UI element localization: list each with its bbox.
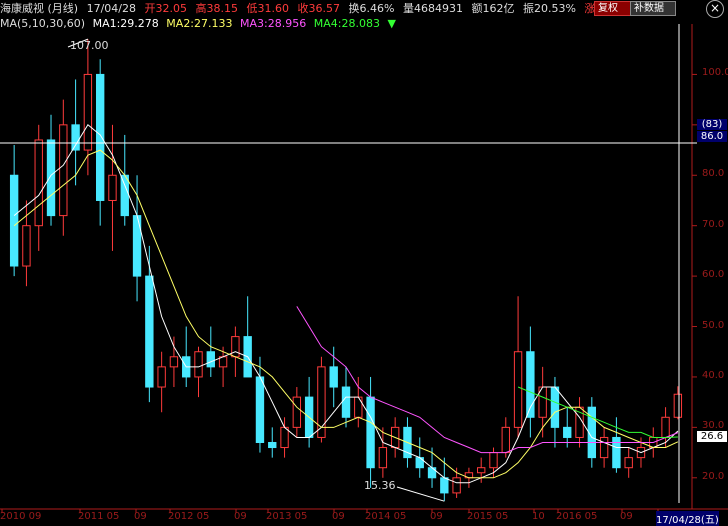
candle-down	[440, 477, 449, 494]
ma1-value: MA1:29.278	[92, 17, 159, 30]
candle-up	[194, 351, 203, 378]
candle-down	[95, 73, 105, 201]
y-tick-label: 60.0	[702, 269, 725, 281]
x-tick-label: 2010 09	[0, 511, 42, 522]
y-tick-label: 50.0	[702, 319, 725, 331]
candle-up	[378, 447, 388, 469]
candle-up	[169, 356, 179, 368]
x-tick-label: 09	[134, 511, 147, 522]
x-tick-label: 09	[620, 511, 633, 522]
ma3-value: MA3:28.956	[240, 17, 307, 30]
candle-up	[157, 366, 166, 388]
candle-up	[22, 225, 31, 267]
y-tick-label: 70.0	[702, 218, 725, 230]
candle-down	[341, 386, 351, 418]
turnover-rate: 换6.46%	[348, 2, 395, 15]
y-tick-label: 40.0	[702, 369, 725, 381]
candle-up	[280, 426, 289, 449]
candle-up	[59, 124, 68, 217]
candle-up	[231, 336, 240, 358]
candle-up	[477, 467, 486, 474]
crosshair-count-label: (83)	[697, 119, 727, 130]
candle-up	[108, 174, 117, 201]
close-icon[interactable]: ×	[706, 0, 724, 18]
max-price-label: 107.00	[70, 39, 109, 52]
candle-down	[366, 396, 375, 469]
high-price: 高38.15	[195, 2, 239, 15]
ma4-value: MA4:28.083	[313, 17, 380, 30]
x-tick-label: 2016 05	[556, 511, 598, 522]
quote-date: 17/04/28	[86, 2, 136, 15]
candle-down	[329, 366, 338, 388]
x-tick-label: 2015 05	[467, 511, 509, 522]
amount-value: 额162亿	[471, 2, 515, 15]
candle-up	[83, 73, 93, 151]
y-tick-label: 80.0	[702, 168, 725, 180]
open-price: 开32.05	[144, 2, 188, 15]
volume-value: 量4684931	[402, 2, 463, 15]
x-tick-label: 2012 05	[168, 511, 210, 522]
candle-down	[255, 376, 265, 443]
low-price: 低31.60	[246, 2, 290, 15]
last-price-label: 26.6	[697, 431, 727, 442]
quote-header: 海康威视 (月线) 17/04/28 开32.05 高38.15 低31.60 …	[0, 1, 605, 16]
candle-up	[489, 452, 498, 469]
x-tick-label: 10	[532, 511, 545, 522]
ma3-line	[296, 306, 679, 454]
fill-data-button[interactable]: 补数据	[630, 1, 676, 16]
candle-down	[206, 351, 215, 368]
ma-indicator-row: MA(5,10,30,60) MA1:29.278 MA2:27.133 MA3…	[0, 16, 400, 31]
x-tick-label: 09	[234, 511, 247, 522]
stock-name: 海康威视 (月线)	[0, 2, 79, 15]
close-price: 收36.57	[297, 2, 341, 15]
candle-up	[624, 457, 633, 469]
x-tick-label: 2013 05	[266, 511, 308, 522]
candle-up	[501, 426, 510, 454]
candle-down	[550, 386, 560, 428]
candle-down	[71, 124, 80, 151]
x-tick-label: 17/04/28(五)	[656, 511, 719, 526]
y-tick-label: 30.0	[702, 420, 725, 432]
ma2-value: MA2:27.133	[166, 17, 233, 30]
candle-up	[354, 396, 363, 418]
candle-down	[9, 174, 19, 267]
candle-up	[292, 396, 302, 428]
y-tick-label: 100.0	[702, 67, 728, 79]
reset-weight-button[interactable]: 复权	[594, 1, 632, 16]
candle-down	[612, 436, 621, 469]
candle-up	[513, 351, 523, 428]
candle-up	[599, 436, 609, 459]
candle-up	[452, 477, 461, 494]
candle-down	[46, 139, 56, 217]
ma-params: MA(5,10,30,60)	[0, 17, 86, 30]
candle-down	[145, 275, 154, 388]
min-price-label: 15.36	[364, 479, 396, 492]
x-tick-label: 2014 05	[365, 511, 407, 522]
down-arrow-icon: ▼	[387, 17, 396, 30]
x-tick-label: 09	[332, 511, 345, 522]
candle-up	[661, 416, 670, 438]
candle-down	[268, 441, 277, 449]
candle-up	[673, 393, 683, 418]
y-tick-label: 20.0	[702, 470, 725, 482]
crosshair-price-label: 86.0	[697, 131, 727, 142]
min-price-pointer	[396, 486, 445, 502]
candle-down	[563, 426, 572, 438]
x-tick-label: 2011 05	[78, 511, 120, 522]
kline-chart[interactable]	[0, 0, 728, 526]
amplitude-value: 振20.53%	[522, 2, 576, 15]
candlestick-series	[9, 39, 683, 502]
x-tick-label: 09	[430, 511, 443, 522]
candle-down	[120, 174, 129, 217]
candle-up	[34, 139, 43, 227]
